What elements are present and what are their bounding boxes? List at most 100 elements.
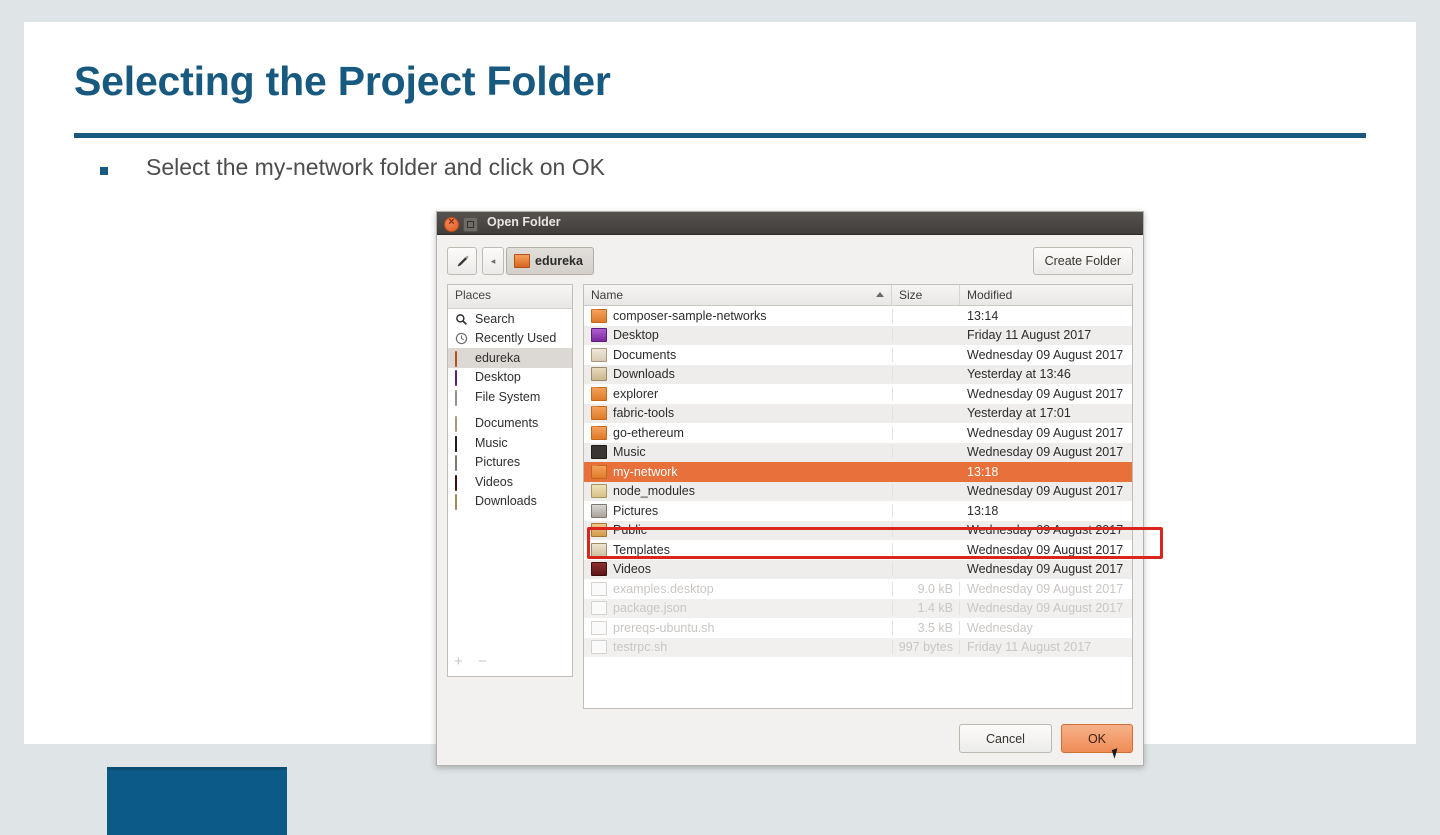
places-item-pictures[interactable]: Pictures <box>448 453 572 473</box>
table-row[interactable]: examples.desktop 9.0 kB Wednesday 09 Augus… <box>584 579 1132 599</box>
table-row[interactable]: Public Wednesday 09 August 2017 <box>584 520 1132 540</box>
file-name-label: Public <box>613 523 648 538</box>
music-icon <box>591 445 607 460</box>
places-sidebar: Places Search Recently Used edureka Desktop… <box>447 284 573 677</box>
table-row[interactable]: Music Wednesday 09 August 2017 <box>584 442 1132 462</box>
title-divider <box>74 133 1366 138</box>
places-item-downloads[interactable]: Downloads <box>448 492 572 512</box>
file-list: Name Size Modified composer-sample-netwo… <box>583 284 1133 709</box>
table-row[interactable]: fabric-tools Yesterday at 17:01 <box>584 403 1132 423</box>
dialog-titlebar: Open Folder <box>437 212 1143 235</box>
table-row[interactable]: go-ethereum Wednesday 09 August 2017 <box>584 423 1132 443</box>
file-name-cell: testrpc.sh <box>584 640 893 655</box>
file-name-cell: Pictures <box>584 503 893 518</box>
column-header-modified[interactable]: Modified <box>960 285 1132 305</box>
table-row[interactable]: composer-sample-networks 13:14 <box>584 306 1132 326</box>
file-name-cell: node_modules <box>584 484 893 499</box>
places-item-label: File System <box>475 389 541 404</box>
places-item-videos[interactable]: Videos <box>448 472 572 492</box>
ok-button-label: OK <box>1087 731 1106 746</box>
table-row[interactable]: Downloads Yesterday at 13:46 <box>584 364 1132 384</box>
file-name-cell: explorer <box>584 386 893 401</box>
table-row[interactable]: Documents Wednesday 09 August 2017 <box>584 345 1132 365</box>
places-item-label: Videos <box>475 474 513 489</box>
table-row[interactable]: Pictures 13:18 <box>584 501 1132 521</box>
dialog-action-bar: Cancel OK <box>959 724 1133 759</box>
places-item-desktop[interactable]: Desktop <box>448 368 572 388</box>
file-name-label: testrpc.sh <box>613 640 668 655</box>
places-item-recently-used[interactable]: Recently Used <box>448 329 572 349</box>
file-name-label: my-network <box>613 464 678 479</box>
remove-place-button[interactable]: − <box>478 653 487 670</box>
file-icon <box>591 601 607 616</box>
add-place-button[interactable]: + <box>454 653 463 670</box>
file-icon <box>591 581 607 596</box>
file-name-cell: Videos <box>584 562 893 577</box>
slide: Selecting the Project Folder Select the … <box>24 22 1416 835</box>
file-name-cell: package.json <box>584 601 893 616</box>
file-name-label: fabric-tools <box>613 406 675 421</box>
create-folder-button[interactable]: Create Folder <box>1032 247 1133 275</box>
breadcrumb-edureka[interactable]: edureka <box>506 247 594 275</box>
recent-icon <box>455 332 469 345</box>
file-system-icon <box>455 389 469 406</box>
pencil-icon[interactable] <box>447 247 477 275</box>
places-item-edureka[interactable]: edureka <box>448 348 572 368</box>
dialog-toolbar: ◂ edureka Create Folder <box>437 235 1143 285</box>
table-row[interactable]: Templates Wednesday 09 August 2017 <box>584 540 1132 560</box>
file-modified-cell: Wednesday 09 August 2017 <box>967 347 1124 362</box>
file-name-label: Desktop <box>613 328 659 343</box>
places-item-search[interactable]: Search <box>448 309 572 329</box>
file-modified-cell: Wednesday <box>967 620 1033 635</box>
places-item-file-system[interactable]: File System <box>448 387 572 407</box>
places-item-music[interactable]: Music <box>448 433 572 453</box>
file-modified-cell: Yesterday at 17:01 <box>967 406 1071 421</box>
file-modified-cell: Yesterday at 13:46 <box>967 367 1071 382</box>
table-row[interactable]: my-network 13:18 <box>584 462 1132 482</box>
file-size-cell: 3.5 kB <box>893 620 960 635</box>
decorative-corner-block <box>107 767 287 835</box>
file-modified-cell: Wednesday 09 August 2017 <box>967 542 1124 557</box>
table-row[interactable]: node_modules Wednesday 09 August 2017 <box>584 481 1132 501</box>
downloads-icon <box>455 494 469 511</box>
table-row[interactable]: testrpc.sh 997 bytes Friday 11 August 2017 <box>584 637 1132 657</box>
file-modified-cell: Wednesday 09 August 2017 <box>967 601 1124 616</box>
places-item-documents[interactable]: Documents <box>448 414 572 434</box>
dialog-title: Open Folder <box>487 215 561 229</box>
column-header-size[interactable]: Size <box>892 285 960 305</box>
file-name-label: Templates <box>613 542 670 557</box>
maximize-icon[interactable] <box>463 217 478 232</box>
table-row[interactable]: Desktop Friday 11 August 2017 <box>584 325 1132 345</box>
documents-icon <box>455 416 469 433</box>
file-size-cell: 9.0 kB <box>893 581 960 596</box>
ok-button[interactable]: OK <box>1060 724 1133 759</box>
close-icon[interactable] <box>444 215 459 232</box>
music-icon <box>455 435 469 452</box>
file-modified-cell: Wednesday 09 August 2017 <box>967 581 1124 596</box>
folder-icon <box>591 386 607 401</box>
file-name-label: Music <box>613 445 646 460</box>
file-name-label: package.json <box>613 601 687 616</box>
tmpl-icon <box>591 542 607 557</box>
table-row[interactable]: explorer Wednesday 09 August 2017 <box>584 384 1132 404</box>
home-icon <box>514 254 530 268</box>
pics-icon <box>591 503 607 518</box>
file-modified-cell: Friday 11 August 2017 <box>967 640 1092 655</box>
column-header-name[interactable]: Name <box>584 285 892 305</box>
table-row[interactable]: prereqs-ubuntu.sh 3.5 kB Wednesday <box>584 618 1132 638</box>
page-title: Selecting the Project Folder <box>74 58 611 104</box>
navigate-back-button[interactable]: ◂ <box>482 247 504 275</box>
file-name-cell: Templates <box>584 542 893 557</box>
desktop-icon <box>455 370 469 387</box>
table-row[interactable]: package.json 1.4 kB Wednesday 09 August 20… <box>584 598 1132 618</box>
places-list: Search Recently Used edureka Desktop File Sy… <box>448 309 572 511</box>
file-name-cell: prereqs-ubuntu.sh <box>584 620 893 635</box>
sort-ascending-icon <box>876 292 884 297</box>
table-row[interactable]: Videos Wednesday 09 August 2017 <box>584 559 1132 579</box>
cancel-button[interactable]: Cancel <box>959 724 1052 753</box>
file-list-header: Name Size Modified <box>584 285 1132 306</box>
bullet-marker-icon <box>100 167 108 175</box>
file-size-cell: 997 bytes <box>893 640 960 655</box>
file-name-cell: examples.desktop <box>584 581 893 596</box>
file-icon <box>591 620 607 635</box>
